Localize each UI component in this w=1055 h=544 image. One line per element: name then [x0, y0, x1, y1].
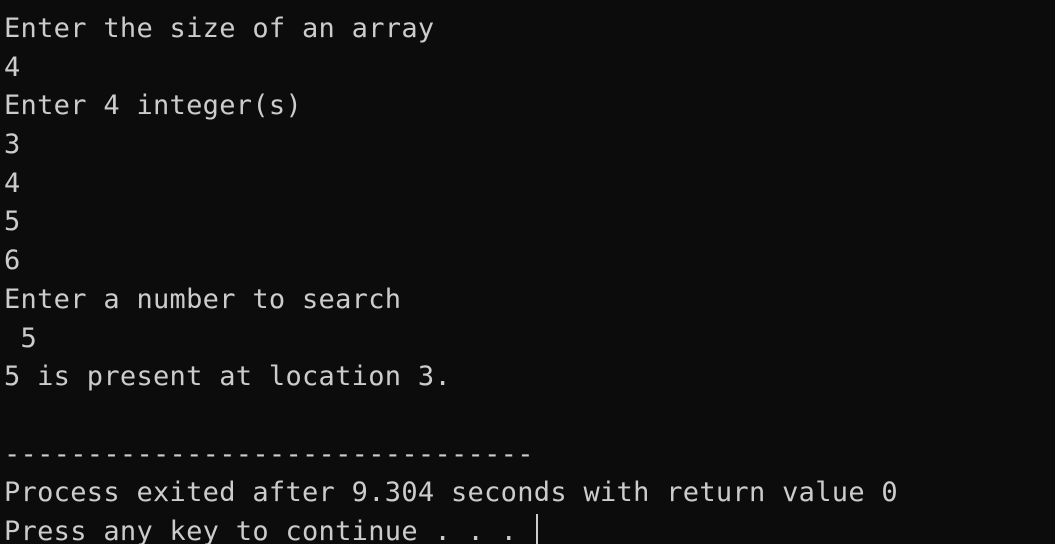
search-result: 5 is present at location 3.	[4, 361, 451, 393]
prompt-array-size: Enter the size of an array	[4, 13, 435, 44]
press-key-line[interactable]: Press any key to continue . . .	[4, 513, 1055, 544]
press-key-message: Press any key to continue . . .	[4, 515, 534, 544]
input-integer-4: 6	[4, 245, 21, 277]
separator-line: --------------------------------	[4, 438, 534, 470]
prompt-integers: Enter 4 integer(s)	[4, 90, 302, 122]
process-exit-message: Process exited after 9.304 seconds with …	[4, 477, 898, 509]
text-cursor	[535, 513, 538, 544]
input-integer-3: 5	[4, 206, 21, 238]
input-integer-2: 4	[4, 167, 21, 199]
input-search-number: 5	[4, 322, 38, 354]
prompt-search-number: Enter a number to search	[4, 283, 402, 315]
input-array-size: 4	[4, 51, 21, 83]
console-window[interactable]: Enter the size of an array 4 Enter 4 int…	[0, 0, 1055, 544]
input-integer-1: 3	[4, 129, 21, 161]
